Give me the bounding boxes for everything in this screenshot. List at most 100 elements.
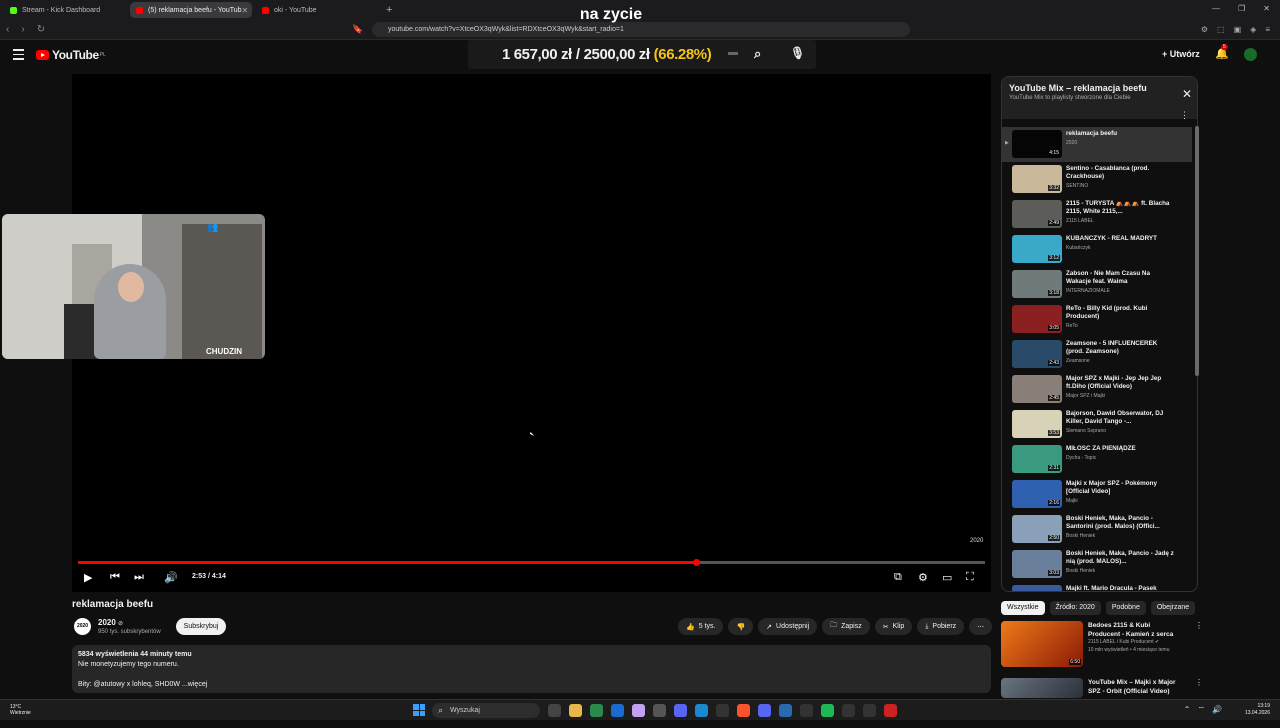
mix-item[interactable]: 3:03 Boski Heniek, Maka, Pancio - Jadę z … [1002,547,1192,582]
extension-icon[interactable]: ⚙ [1201,25,1208,34]
discord-icon[interactable] [674,704,687,717]
mix-item[interactable]: 3:18 Żabson - Nie Mam Czasu Na Wakacje fe… [1002,267,1192,302]
close-tab-icon[interactable]: ✕ [242,6,249,15]
windows-start-icon[interactable] [413,704,425,716]
download-button[interactable]: ⤓ Pobierz [917,618,965,635]
volume-icon[interactable]: 🔊 [1212,705,1222,715]
microphone-icon[interactable]: 🎙 [790,46,805,60]
miniplayer-icon[interactable]: ▭ [942,571,952,584]
mix-item[interactable]: ▶ 4:15 reklamacja beefu 2020 [1002,127,1192,162]
video-thumbnail[interactable]: 3:32 [1012,165,1062,193]
spotify-icon[interactable] [821,704,834,717]
recommendation-item[interactable]: 6:50 Bedoes 2115 & Kubi Producent - Kami… [1001,621,1203,671]
mix-item[interactable]: 2:16 Majki x Major SPZ - Pokémony [Offici… [1002,477,1192,512]
mix-item[interactable]: 3:32 Sentino - Casablanca (prod. Crackhou… [1002,162,1192,197]
mix-item[interactable]: 2:49 2115 - TURYSTA ⛺⛺⛺ ft. Blacha 2115, … [1002,197,1192,232]
previous-icon[interactable]: ⏮ [110,571,120,584]
video-thumbnail[interactable]: 2:31 [1012,445,1062,473]
mix-item[interactable]: 2:31 MIŁOŚĆ ZA PIENIĄDZE Dycha - Topic [1002,442,1192,477]
share-button[interactable]: ↗ Udostępnij [758,618,818,635]
more-vert-icon[interactable]: ⋮ [1195,621,1203,630]
create-button[interactable]: + Utwórz [1162,49,1200,59]
chip-similar[interactable]: Podobne [1105,601,1146,615]
more-vert-icon[interactable]: ⋮ [1180,110,1189,121]
close-icon[interactable]: ✕ [1182,87,1192,101]
extension-icon[interactable]: ⬚ [1217,25,1225,34]
settings-icon[interactable]: ⚙ [918,571,928,584]
sidebar-icon[interactable]: ▣ [1234,25,1242,34]
tab-youtube-oki[interactable]: oki - YouTube [256,2,378,18]
mix-item[interactable]: 3:05 ReTo - Billy Kid (prod. Kubi Produce… [1002,302,1192,337]
video-thumbnail[interactable] [1012,585,1062,591]
search-icon[interactable]: ⌕ [754,46,761,62]
more-vert-icon[interactable]: ⋮ [1195,678,1203,687]
video-progress-bar[interactable] [78,559,985,566]
minimize-icon[interactable]: — [1212,4,1220,13]
brave-browser-icon[interactable] [737,704,750,717]
url-field[interactable]: 🔖 youtube.com/watch?v=XtceOX3qWyk&list=RD… [352,22,910,37]
channel-avatar[interactable]: 2020 [74,618,91,635]
fullscreen-icon[interactable]: ⛶ [966,571,974,584]
account-avatar[interactable] [1244,48,1257,61]
video-thumbnail[interactable]: 2:43 [1012,340,1062,368]
edge-icon[interactable] [695,704,708,717]
description-box[interactable]: 5834 wyświetlenia 44 minuty temu Nie mon… [72,645,991,693]
mix-scrollbar[interactable] [1195,126,1199,376]
video-thumbnail[interactable]: 2:49 [1012,200,1062,228]
clip-button[interactable]: ✂ Klip [874,618,913,635]
subtitles-icon[interactable]: ⧉ [894,571,902,584]
more-actions-button[interactable]: ⋯ [969,618,993,635]
app-icon[interactable] [653,704,666,717]
app-icon[interactable] [611,704,624,717]
task-view-icon[interactable] [548,704,561,717]
bookmark-icon[interactable]: 🔖 [352,24,363,35]
chevron-up-icon[interactable]: ⌃ [1184,705,1191,715]
video-thumbnail[interactable]: 2:50 [1012,515,1062,543]
video-thumbnail[interactable]: 3:18 [1012,270,1062,298]
app-icon[interactable] [632,704,645,717]
video-thumbnail[interactable]: 3:53 [1012,410,1062,438]
video-thumbnail[interactable]: 3:12 [1012,235,1062,263]
mix-item[interactable]: Majki ft. Mario Dracula - Pasek Gucci (L… [1002,582,1192,591]
mix-item[interactable]: 3:12 KUBAŃCZYK - REAL MADRYT Kubańczyk [1002,232,1192,267]
volume-icon[interactable]: 🔊 [164,571,178,584]
save-button[interactable]: 🗀 Zapisz [822,618,870,635]
mix-item[interactable]: 2:43 Zeamsone - 5 INFLUENCEREK (prod. Zea… [1002,337,1192,372]
search-field-remnant[interactable] [728,52,738,55]
video-thumbnail[interactable]: 3:05 [1012,305,1062,333]
back-icon[interactable]: ‹ [6,24,9,35]
app-icon[interactable] [863,704,876,717]
video-thumbnail[interactable]: 2:45 [1012,375,1062,403]
video-thumbnail[interactable]: 4:15 [1012,130,1062,158]
taskbar-clock[interactable]: 13:19 13.04.2026 [1245,703,1270,717]
channel-name[interactable]: 2020 ⊘ [98,618,123,627]
new-tab-button[interactable]: + [386,4,392,16]
dislike-button[interactable]: 👎 [728,618,754,635]
network-icon[interactable]: ⌔ [1198,705,1206,715]
restore-icon[interactable]: ❐ [1238,4,1245,13]
app-icon[interactable] [716,704,729,717]
youtube-logo[interactable]: YouTube PL [36,48,106,62]
notifications-bell-icon[interactable]: 🔔 5 [1215,44,1229,60]
tab-youtube-video[interactable]: (5) reklamacja beefu - YouTub ✕ [130,2,252,18]
video-thumbnail[interactable]: 6:50 [1001,621,1083,667]
next-icon[interactable]: ⏭ [134,571,144,584]
app-icon[interactable] [590,704,603,717]
mix-item[interactable]: 2:50 Boski Heniek, Maka, Pancio - Santori… [1002,512,1192,547]
app-icon[interactable] [842,704,855,717]
play-icon[interactable]: ▶ [84,571,92,584]
forward-icon[interactable]: › [21,24,24,35]
chip-source[interactable]: Źródło: 2020 [1049,601,1101,615]
reload-icon[interactable]: ↻ [37,24,45,35]
video-thumbnail[interactable] [1001,678,1083,698]
video-thumbnail[interactable]: 3:03 [1012,550,1062,578]
app-icon[interactable] [884,704,897,717]
hamburger-menu-icon[interactable] [13,49,24,63]
menu-icon[interactable]: ≡ [1265,25,1270,34]
extension-icon[interactable]: ◈ [1250,25,1256,34]
video-thumbnail[interactable]: 2:16 [1012,480,1062,508]
mix-item[interactable]: 3:53 Bajorson, Dawid Obserwator, DJ Kille… [1002,407,1192,442]
steam-icon[interactable] [779,704,792,717]
app-icon[interactable] [800,704,813,717]
weather-widget[interactable]: 13°C Wietrznie [10,704,31,716]
